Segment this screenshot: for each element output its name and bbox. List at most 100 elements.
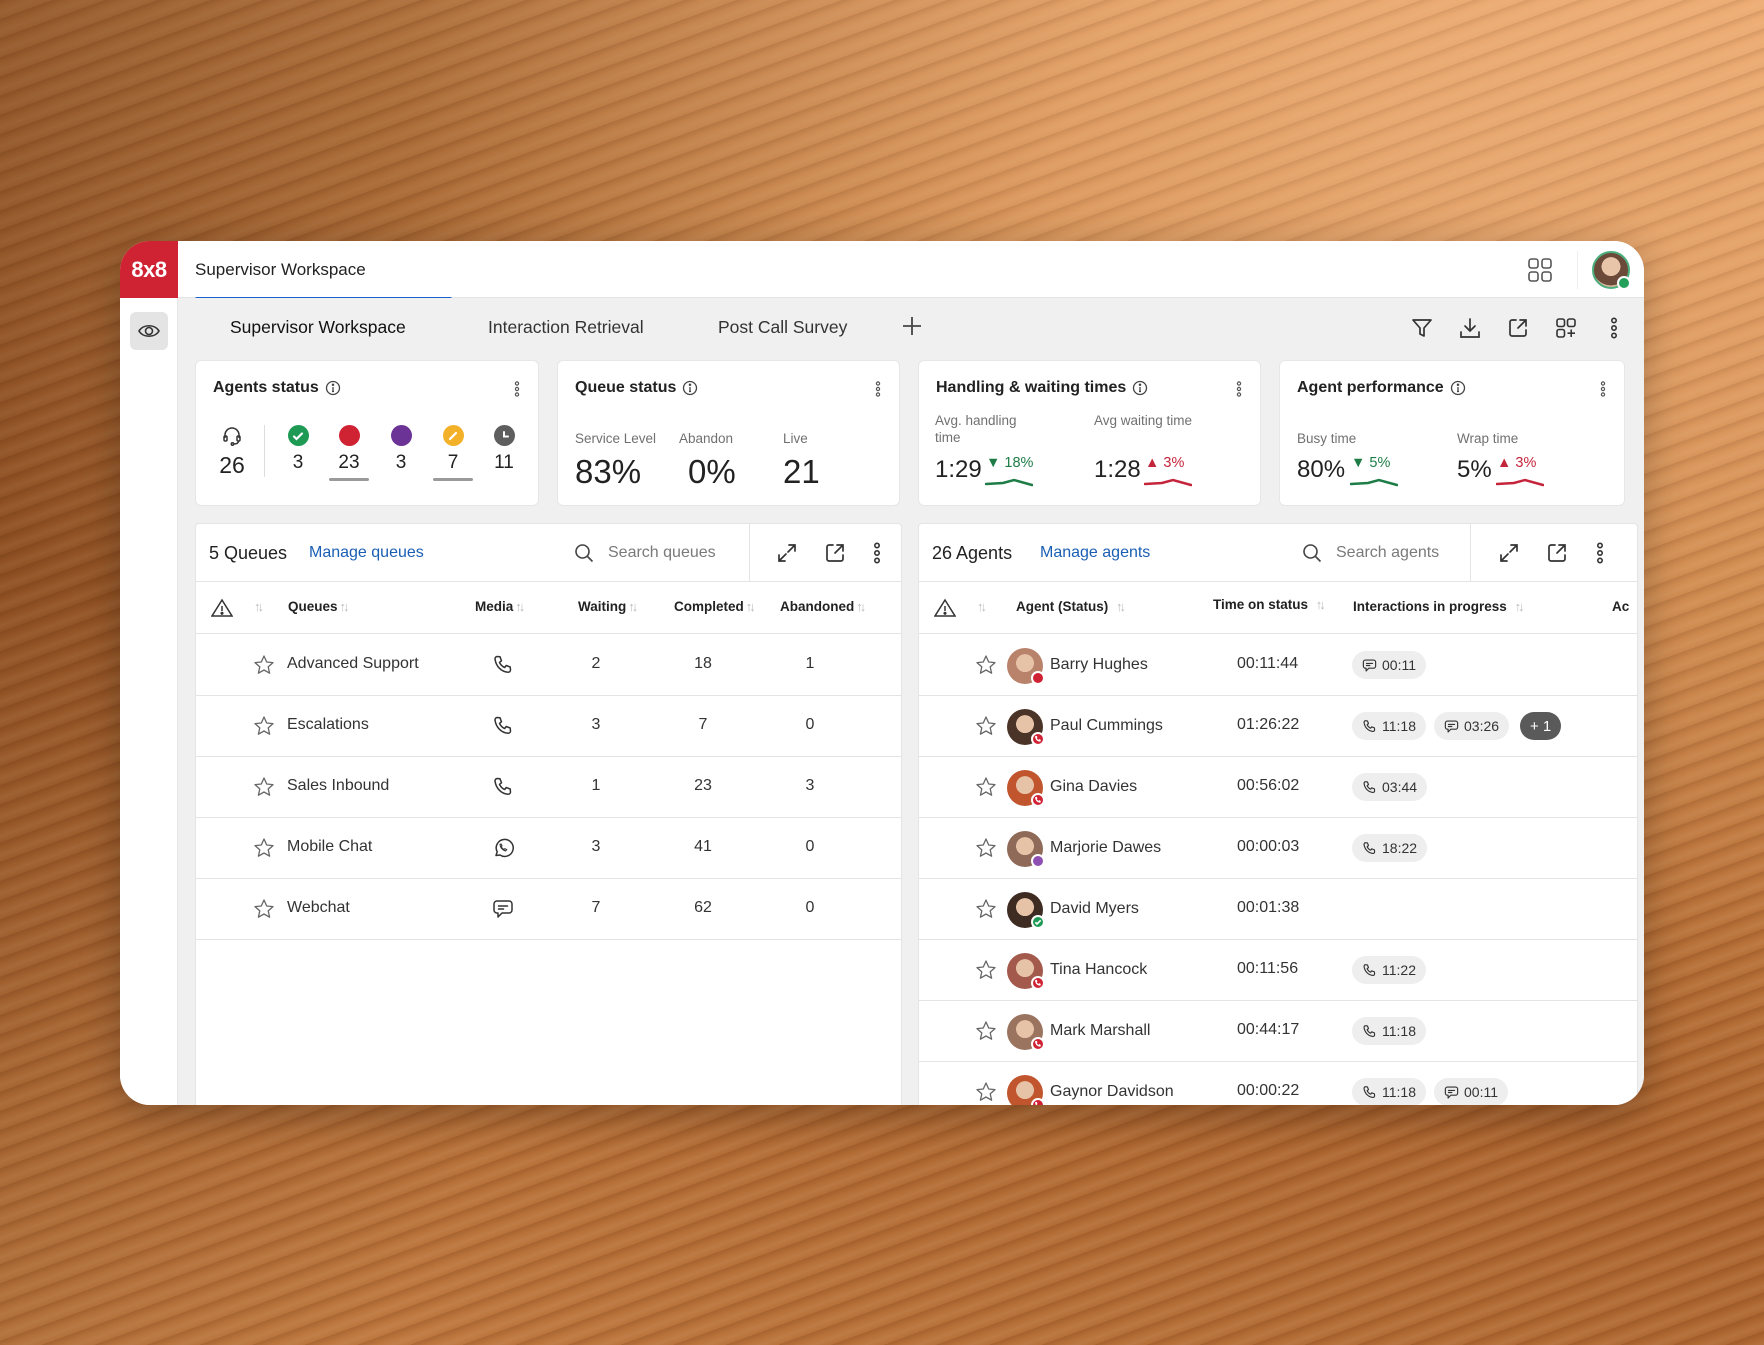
busy-time-delta: 5% (1369, 455, 1391, 471)
queue-row[interactable]: Mobile Chat 3 41 0 (196, 818, 901, 879)
favorite-star-icon[interactable] (253, 715, 275, 737)
favorite-star-icon[interactable] (253, 654, 275, 676)
queues-more-button[interactable] (861, 537, 893, 569)
agent-row[interactable]: Gina Davies 00:56:02 03:44 (919, 757, 1637, 818)
agent-name[interactable]: Paul Cummings (1050, 717, 1163, 735)
agent-name[interactable]: Gaynor Davidson (1050, 1083, 1174, 1101)
agent-name[interactable]: David Myers (1050, 900, 1139, 918)
card-menu-button[interactable] (510, 379, 524, 399)
info-icon[interactable] (325, 380, 341, 396)
more-interactions-chip[interactable]: + 1 (1520, 712, 1562, 740)
column-header-agent-status[interactable]: Agent (Status) ↑↓ (1016, 599, 1126, 614)
monitor-view-button[interactable] (130, 312, 168, 350)
info-icon[interactable] (682, 380, 698, 396)
favorite-star-icon[interactable] (253, 837, 275, 859)
info-icon[interactable] (1450, 380, 1466, 396)
column-header-completed[interactable]: Completed ↑↓ (674, 599, 756, 614)
agent-row[interactable]: Barry Hughes 00:11:44 00:11 (919, 635, 1637, 696)
tab-interaction-retrieval[interactable]: Interaction Retrieval (488, 317, 644, 338)
manage-agents-link[interactable]: Manage agents (1040, 544, 1150, 562)
interaction-chat-chip[interactable]: 03:26 (1434, 712, 1510, 740)
card-menu-button[interactable] (871, 379, 885, 399)
favorite-star-icon[interactable] (975, 898, 997, 920)
status-offline[interactable]: 11 (482, 425, 526, 474)
queue-row[interactable]: Webchat 7 62 0 (196, 879, 901, 940)
available-status-icon (287, 425, 309, 446)
column-header-waiting[interactable]: Waiting ↑↓ (578, 599, 638, 614)
tab-supervisor-workspace[interactable]: Supervisor Workspace (230, 317, 406, 338)
agent-row[interactable]: Paul Cummings 01:26:22 11:18 03:26 + 1 (919, 696, 1637, 757)
agent-row[interactable]: Tina Hancock 00:11:56 11:22 (919, 940, 1637, 1001)
search-queues-input[interactable] (608, 544, 728, 562)
queue-row[interactable]: Escalations 3 7 0 (196, 696, 901, 757)
sort-all-button[interactable]: ↑↓ (977, 599, 987, 614)
warning-icon[interactable] (211, 598, 233, 618)
column-header-truncated[interactable]: Ac (1612, 599, 1629, 614)
total-agents[interactable]: 26 (210, 425, 254, 479)
interaction-time: 11:18 (1382, 1084, 1416, 1100)
sort-all-button[interactable]: ↑↓ (254, 599, 264, 614)
agent-row[interactable]: Mark Marshall 00:44:17 11:18 (919, 1001, 1637, 1062)
favorite-star-icon[interactable] (975, 1081, 997, 1103)
agent-row[interactable]: Marjorie Dawes 00:00:03 18:22 (919, 818, 1637, 879)
user-avatar[interactable] (1592, 251, 1631, 290)
queues-search (574, 537, 728, 569)
favorite-star-icon[interactable] (253, 898, 275, 920)
workspace-more-button[interactable] (1598, 312, 1630, 344)
add-widget-button[interactable] (1550, 312, 1582, 344)
agent-row[interactable]: Gaynor Davidson 00:00:22 11:18 00:11 (919, 1062, 1637, 1105)
favorite-star-icon[interactable] (975, 959, 997, 981)
column-header-media[interactable]: Media ↑↓ (475, 599, 525, 614)
warning-icon[interactable] (934, 598, 956, 618)
favorite-star-icon[interactable] (975, 837, 997, 859)
popout-button[interactable] (1541, 537, 1573, 569)
add-tab-button[interactable] (898, 312, 926, 340)
status-busy[interactable]: 23 (327, 425, 371, 481)
agents-more-button[interactable] (1584, 537, 1616, 569)
status-break[interactable]: 7 (431, 425, 475, 481)
tab-post-call-survey[interactable]: Post Call Survey (718, 317, 847, 338)
interaction-chat-chip[interactable]: 00:11 (1434, 1078, 1508, 1105)
column-header-interactions[interactable]: Interactions in progress ↑↓ (1353, 599, 1525, 614)
agent-row[interactable]: David Myers 00:01:38 (919, 879, 1637, 940)
interaction-phone-chip[interactable]: 18:22 (1352, 834, 1428, 862)
download-button[interactable] (1454, 312, 1486, 344)
favorite-star-icon[interactable] (975, 1020, 997, 1042)
expand-button[interactable] (1493, 537, 1525, 569)
status-working-offline[interactable]: 3 (379, 425, 423, 474)
column-header-queues[interactable]: Queues ↑↓ (288, 599, 350, 614)
column-header-time-on-status[interactable]: Time on status ↑↓ (1213, 597, 1326, 612)
card-menu-button[interactable] (1596, 379, 1610, 399)
agents-count: 26 Agents (932, 543, 1013, 563)
agent-name[interactable]: Gina Davies (1050, 778, 1137, 796)
favorite-star-icon[interactable] (975, 776, 997, 798)
interaction-phone-chip[interactable]: 11:18 (1352, 1078, 1426, 1105)
queue-row[interactable]: Advanced Support 2 18 1 (196, 635, 901, 696)
search-agents-input[interactable] (1336, 544, 1456, 562)
favorite-star-icon[interactable] (975, 654, 997, 676)
queue-row[interactable]: Sales Inbound 1 23 3 (196, 757, 901, 818)
status-available[interactable]: 3 (276, 425, 320, 474)
interaction-phone-chip[interactable]: 11:18 (1352, 712, 1426, 740)
manage-queues-link[interactable]: Manage queues (309, 544, 424, 562)
interaction-phone-chip[interactable]: 11:18 (1352, 1017, 1426, 1045)
favorite-star-icon[interactable] (975, 715, 997, 737)
agent-name[interactable]: Tina Hancock (1050, 961, 1147, 979)
open-external-button[interactable] (1502, 312, 1534, 344)
expand-button[interactable] (771, 537, 803, 569)
info-icon[interactable] (1132, 380, 1148, 396)
agent-name[interactable]: Mark Marshall (1050, 1022, 1150, 1040)
interaction-phone-chip[interactable]: 03:44 (1352, 773, 1428, 801)
card-menu-button[interactable] (1232, 379, 1246, 399)
filter-button[interactable] (1406, 312, 1438, 344)
agent-name[interactable]: Marjorie Dawes (1050, 839, 1161, 857)
agent-name[interactable]: Barry Hughes (1050, 656, 1148, 674)
favorite-star-icon[interactable] (253, 776, 275, 798)
column-header-abandoned[interactable]: Abandoned ↑↓ (780, 599, 866, 614)
queue-completed: 23 (694, 777, 712, 794)
app-launcher-button[interactable] (1524, 254, 1556, 286)
popout-button[interactable] (819, 537, 851, 569)
interaction-chat-chip[interactable]: 00:11 (1352, 651, 1426, 679)
interaction-phone-chip[interactable]: 11:22 (1352, 956, 1426, 984)
metric-label: Busy time (1297, 431, 1357, 446)
